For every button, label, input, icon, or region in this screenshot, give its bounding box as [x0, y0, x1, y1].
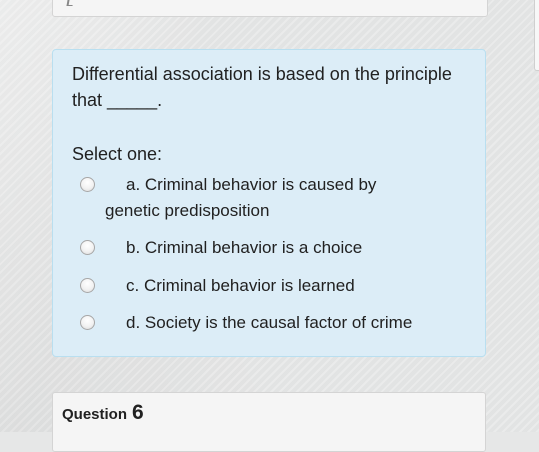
answer-option-c-label: c. Criminal behavior is learned — [105, 273, 355, 299]
question-card: Differential association is based on the… — [52, 49, 486, 357]
radio-option-a[interactable] — [80, 177, 95, 192]
previous-question-card — [52, 0, 488, 17]
answer-option-b-text: b. Criminal behavior is a choice — [126, 238, 363, 257]
answer-option-b[interactable]: b. Criminal behavior is a choice — [53, 235, 487, 261]
answer-option-c-text: c. Criminal behavior is learned — [126, 276, 355, 295]
select-one-label: Select one: — [72, 144, 163, 164]
question-text: Differential association is based on the… — [72, 64, 452, 110]
answer-option-a-text-line1: a. Criminal behavior is caused by — [126, 175, 377, 194]
radio-option-d[interactable] — [80, 315, 95, 330]
answer-option-d[interactable]: d. Society is the causal factor of crime — [53, 310, 487, 336]
radio-option-b[interactable] — [80, 240, 95, 255]
answer-option-c[interactable]: c. Criminal behavior is learned — [53, 273, 487, 299]
answer-option-d-label: d. Society is the causal factor of crime — [105, 310, 412, 336]
answer-option-a-text-line2: genetic predisposition — [105, 201, 270, 220]
side-panel-edge — [534, 0, 539, 71]
question-number: 6 — [132, 401, 144, 424]
answer-option-a-label-line2: genetic predisposition — [105, 198, 269, 224]
answer-option-d-text: d. Society is the causal factor of crime — [126, 313, 413, 332]
answer-option-b-label: b. Criminal behavior is a choice — [105, 235, 362, 261]
question-label: Question — [62, 406, 128, 423]
flag-icon — [66, 0, 74, 6]
answer-option-a-label: a. Criminal behavior is caused by — [105, 172, 376, 198]
next-question-card: Question 6 — [52, 392, 486, 452]
radio-option-c[interactable] — [80, 278, 95, 293]
answer-option-a[interactable]: a. Criminal behavior is caused by geneti… — [53, 172, 487, 224]
